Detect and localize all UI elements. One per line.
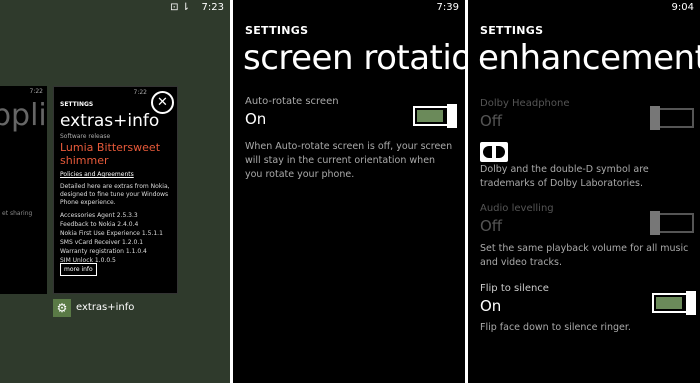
auto-rotate-label: Auto-rotate screen — [245, 96, 339, 107]
card-subtitle: Software release — [60, 133, 111, 140]
dolby-headphone-value: Off — [480, 112, 503, 130]
auto-rotate-note: When Auto-rotate screen is off, your scr… — [245, 141, 453, 180]
flip-to-silence-toggle[interactable] — [652, 291, 696, 315]
list-item: Feedback to Nokia 2.4.0.4 — [60, 221, 139, 228]
card-description: Detailed here are extras from Nokia, des… — [60, 183, 170, 206]
card-header: SETTINGS — [60, 101, 94, 108]
page-title: screen rotation — [243, 38, 465, 78]
status-clock: 7:39 — [436, 2, 459, 13]
settings-header: SETTINGS — [480, 24, 544, 37]
audio-levelling-label: Audio levelling — [480, 203, 554, 214]
list-item: Warranty registration 1.1.0.4 — [60, 248, 147, 255]
release-name: Lumia Bittersweet shimmer — [60, 141, 161, 167]
audio-levelling-toggle[interactable] — [650, 211, 694, 235]
status-clock: 9:04 — [671, 2, 694, 13]
card-item-list: Accessories Agent 2.5.3.3 Feedback to No… — [60, 211, 163, 265]
flip-to-silence-note: Flip face down to silence ringer. — [480, 322, 631, 333]
battery-icon: ⊡ ⇂ — [170, 2, 190, 13]
policies-link[interactable]: Policies and Agreements — [60, 171, 134, 178]
page-title: enhancements — [478, 38, 700, 78]
close-icon[interactable]: ✕ — [151, 91, 174, 114]
auto-rotate-toggle[interactable] — [413, 104, 457, 128]
card-clock: 7:22 — [29, 88, 43, 95]
card-clock: 7:22 — [133, 89, 147, 96]
dolby-note: Dolby and the double-D symbol are tradem… — [480, 164, 649, 189]
settings-header: SETTINGS — [245, 24, 309, 37]
audio-levelling-value: Off — [480, 217, 503, 235]
app-name-label: extras+info — [76, 302, 135, 313]
card-title-clip: pplicat — [0, 98, 47, 133]
screen-rotation-panel: 7:39 SETTINGS screen rotation Auto-rotat… — [233, 0, 465, 383]
list-item: SMS vCard Receiver 1.2.0.1 — [60, 239, 144, 246]
card-small-text: et sharing — [2, 210, 33, 217]
enhancements-panel: 9:04 SETTINGS enhancements Dolby Headpho… — [468, 0, 700, 383]
dolby-headphone-label: Dolby Headphone — [480, 98, 570, 109]
status-clock: 7:23 — [201, 2, 224, 13]
flip-to-silence-value: On — [480, 297, 502, 315]
auto-rotate-value: On — [245, 110, 267, 128]
app-card-previous[interactable]: 7:22 pplicat et sharing — [0, 86, 47, 294]
flip-to-silence-label: Flip to silence — [480, 283, 549, 294]
audio-levelling-note: Set the same playback volume for all mus… — [480, 243, 689, 268]
gear-icon: ⚙ — [53, 299, 71, 317]
list-item: Nokia First Use Experience 1.5.1.1 — [60, 230, 163, 237]
card-title: extras+info — [60, 111, 160, 131]
app-card-extras-info[interactable]: 7:22 SETTINGS extras+info Software relea… — [53, 86, 178, 294]
dolby-logo-icon — [480, 142, 508, 162]
app-switcher-panel: ⊡ ⇂ 7:23 7:22 pplicat et sharing 7:22 SE… — [0, 0, 230, 383]
dolby-headphone-toggle[interactable] — [650, 106, 694, 130]
more-info-button[interactable]: more info — [60, 263, 97, 276]
list-item: Accessories Agent 2.5.3.3 — [60, 212, 138, 219]
